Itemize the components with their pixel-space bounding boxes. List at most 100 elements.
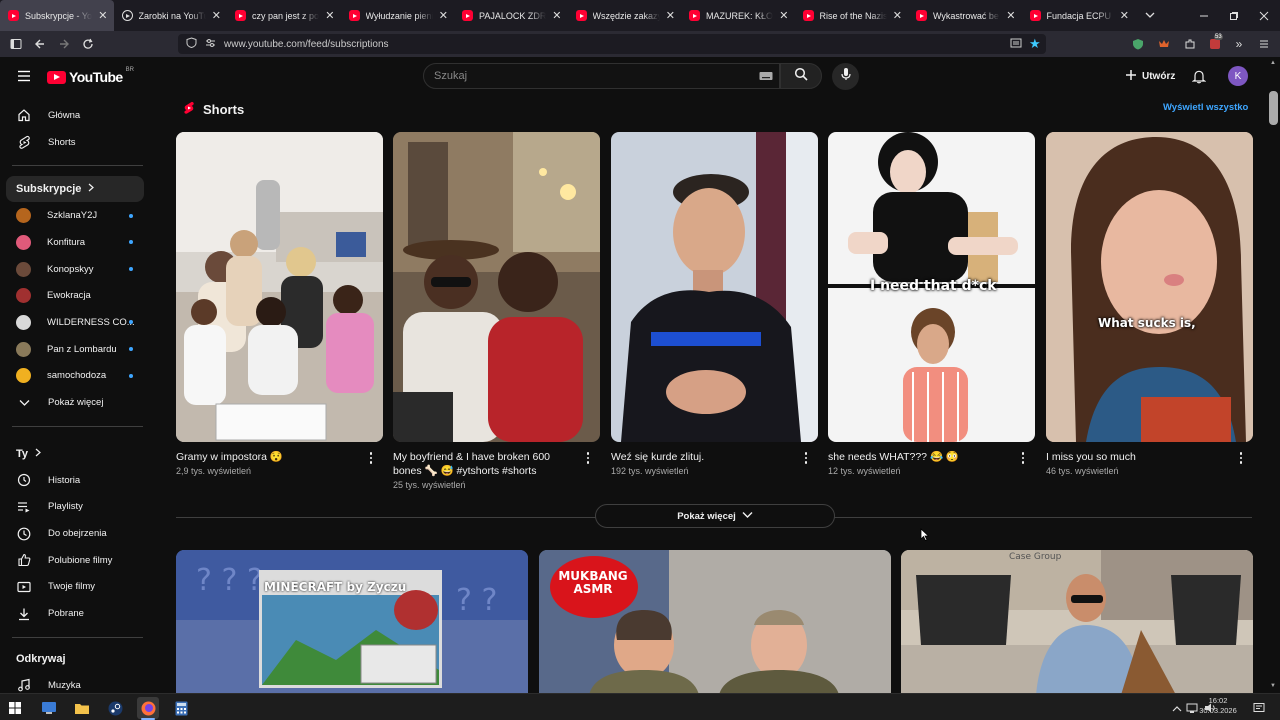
browser-tab[interactable]: Wykastrować bezdom ✕ (908, 0, 1022, 31)
tab-close-icon[interactable]: ✕ (1120, 9, 1129, 22)
browser-menu-icon[interactable] (1257, 37, 1271, 51)
short-thumbnail[interactable] (176, 132, 383, 442)
youtube-logo[interactable]: YouTube BR (47, 67, 134, 85)
search-button[interactable] (780, 63, 822, 89)
short-thumbnail[interactable]: I need that d*ck (828, 132, 1035, 442)
extension-shield-icon[interactable] (1131, 37, 1145, 51)
tab-close-icon[interactable]: ✕ (893, 9, 902, 22)
tab-close-icon[interactable]: ✕ (552, 9, 561, 22)
sidebar-channel-item[interactable]: Pan z Lombardu (0, 336, 155, 363)
bookmark-star-icon[interactable]: ★ (1029, 36, 1041, 52)
sidebar-channel-item[interactable]: Ewokracja (0, 282, 155, 309)
browser-tab[interactable]: PAJALOCK ZDRADZIŁ ✕ (454, 0, 568, 31)
browser-tab[interactable]: Fundacja ECPU Polska ✕ (1022, 0, 1136, 31)
more-options-icon[interactable] (365, 452, 377, 464)
sidebar-you-header[interactable]: Ty (0, 441, 155, 467)
short-title[interactable]: Weź się kurde zlituj. (611, 450, 791, 464)
overflow-chevrons-icon[interactable]: » (1232, 37, 1246, 51)
shorts-show-more-button[interactable]: Pokaż więcej (595, 504, 835, 528)
create-button[interactable]: Utwórz (1115, 64, 1185, 88)
more-options-icon[interactable] (800, 452, 812, 464)
sidebar-channel-item[interactable]: samochodoza (0, 363, 155, 390)
voice-search-button[interactable] (832, 63, 859, 90)
more-options-icon[interactable] (1235, 452, 1247, 464)
sidebar-item[interactable]: Historia (0, 467, 155, 494)
short-title[interactable]: My boyfriend & I have broken 600 bones 🦴… (393, 450, 573, 478)
sidebar-item[interactable]: Muzyka (0, 672, 155, 693)
tab-close-icon[interactable]: ✕ (666, 9, 675, 22)
short-thumbnail[interactable] (611, 132, 818, 442)
steam-icon[interactable] (104, 697, 126, 719)
sidebar-channel-item[interactable]: Konopskyy (0, 256, 155, 283)
page-permissions-icon[interactable] (205, 37, 216, 51)
short-card[interactable]: Weź się kurde zlituj. 192 tys. wyświetle… (611, 132, 818, 476)
back-arrow-icon[interactable] (28, 32, 52, 56)
tab-close-icon[interactable]: ✕ (98, 9, 107, 22)
scroll-down-arrow-icon[interactable]: ▼ (1270, 683, 1276, 689)
taskbar-app-icon[interactable] (38, 697, 60, 719)
sidebar-channel-item[interactable]: WILDERNESS CO... (0, 309, 155, 336)
video-thumbnail[interactable]: Case Group (901, 550, 1253, 693)
tab-close-icon[interactable]: ✕ (439, 9, 448, 22)
video-thumbnail[interactable]: MUKBANG ASMR (539, 550, 891, 693)
windows-start-icon[interactable] (4, 697, 26, 719)
short-card[interactable]: What sucks is, I miss you so much 46 tys… (1046, 132, 1253, 476)
keyboard-icon[interactable] (759, 71, 773, 84)
tab-list-chevron-icon[interactable] (1138, 3, 1162, 27)
restore-window-button[interactable] (1218, 0, 1250, 31)
short-card[interactable]: I need that d*ck she needs WHAT??? 😂 😳 1… (828, 132, 1035, 476)
tab-close-icon[interactable]: ✕ (325, 9, 334, 22)
avatar[interactable]: K (1228, 66, 1248, 86)
forward-arrow-icon[interactable] (52, 32, 76, 56)
browser-tab[interactable]: Subskrypcje - YouTube ✕ (0, 0, 114, 31)
browser-tab[interactable]: MAZUREK: KŁODZKO ✕ (681, 0, 795, 31)
reload-icon[interactable] (76, 32, 100, 56)
sidebar-item[interactable]: Główna (0, 102, 155, 129)
page-scrollbar-track[interactable] (1267, 57, 1280, 693)
browser-tab[interactable]: czy pan jest z policji? ✕ (227, 0, 341, 31)
short-thumbnail[interactable]: What sucks is, (1046, 132, 1253, 442)
short-card[interactable]: Gramy w impostora 😯 2,9 tys. wyświetleń (176, 132, 383, 476)
more-options-icon[interactable] (582, 452, 594, 464)
extension-fox-icon[interactable] (1157, 37, 1171, 51)
guide-menu-icon[interactable] (14, 66, 34, 86)
tab-close-icon[interactable]: ✕ (212, 9, 221, 22)
tab-close-icon[interactable]: ✕ (779, 9, 788, 22)
extension-badge-icon[interactable]: 53 (1208, 34, 1224, 51)
sidebar-item[interactable]: Shorts (0, 129, 155, 156)
close-window-button[interactable] (1248, 0, 1280, 31)
notifications-icon[interactable] (1248, 697, 1270, 719)
browser-tab[interactable]: Zarobki na YouTube ✕ (114, 0, 228, 31)
sidebar-item[interactable]: Pobrane (0, 600, 155, 627)
video-thumbnail[interactable]: ? ? ? ? ? MINECRAFT by Zyczu (176, 550, 528, 693)
url-text[interactable]: www.youtube.com/feed/subscriptions (224, 39, 389, 50)
sidebar-show-more[interactable]: Pokaż więcej (0, 389, 155, 416)
minimize-window-button[interactable] (1188, 0, 1220, 31)
browser-tab[interactable]: Wszędzie zakazy i pro ✕ (568, 0, 682, 31)
calculator-icon[interactable] (170, 697, 192, 719)
sidebar-item[interactable]: Playlisty (0, 494, 155, 521)
short-title[interactable]: Gramy w impostora 😯 (176, 450, 356, 464)
sidebar-toggle-icon[interactable] (4, 32, 28, 56)
extensions-puzzle-icon[interactable] (1183, 37, 1197, 51)
search-input[interactable]: Szukaj (423, 63, 780, 89)
tab-close-icon[interactable]: ✕ (1006, 9, 1015, 22)
short-title[interactable]: I miss you so much (1046, 450, 1226, 464)
url-bar[interactable]: www.youtube.com/feed/subscriptions ★ (178, 34, 1046, 54)
browser-tab[interactable]: Wyłudzanie pieniążków ✕ (341, 0, 455, 31)
taskbar-clock[interactable]: 16:02 30.03.2026 (1198, 696, 1238, 716)
short-title[interactable]: she needs WHAT??? 😂 😳 (828, 450, 1008, 464)
short-thumbnail[interactable] (393, 132, 600, 442)
view-all-link[interactable]: Wyświetl wszystko (1163, 102, 1248, 113)
firefox-icon[interactable] (137, 697, 159, 719)
page-scrollbar-thumb[interactable] (1269, 91, 1278, 125)
sidebar-subscriptions-header[interactable]: Subskrypcje (6, 176, 144, 203)
short-card[interactable]: My boyfriend & I have broken 600 bones 🦴… (393, 132, 600, 490)
sidebar-channel-item[interactable]: SzklanaY2J (0, 202, 155, 229)
sidebar-item[interactable]: Do obejrzenia (0, 520, 155, 547)
file-explorer-icon[interactable] (71, 697, 93, 719)
sidebar-item[interactable]: Twoje filmy (0, 574, 155, 601)
scroll-up-arrow-icon[interactable]: ▲ (1270, 60, 1276, 66)
notifications-bell-icon[interactable] (1189, 66, 1209, 86)
browser-tab[interactable]: Rise of the Nazis and ✕ (795, 0, 909, 31)
